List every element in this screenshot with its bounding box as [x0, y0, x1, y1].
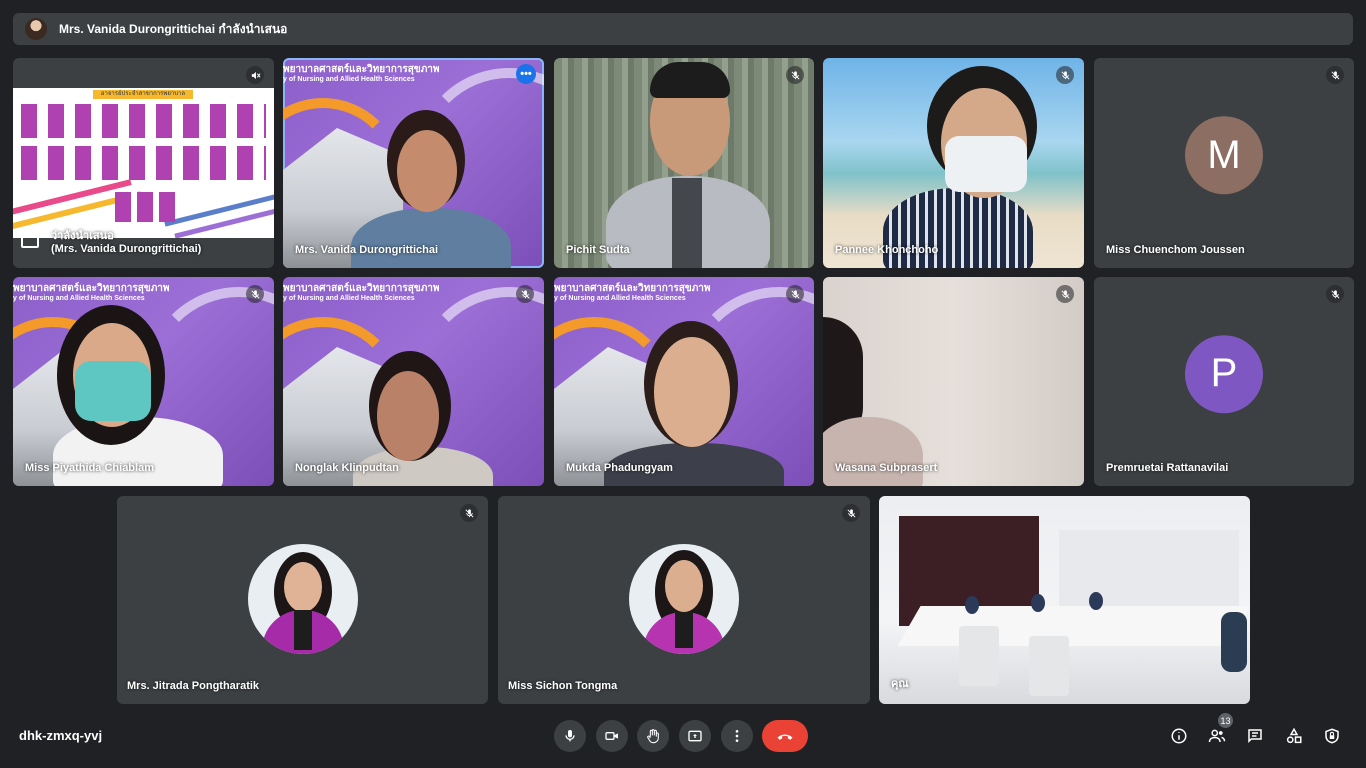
participant-name: Mrs. Jitrada Pongtharatik: [127, 680, 260, 692]
mic-off-icon: [460, 504, 478, 522]
participant-name: Miss Piyathida Chiablam: [25, 462, 154, 474]
slide-photo-grid: [21, 104, 266, 182]
participant-tile-pannee[interactable]: Pannee Khonchoho: [823, 58, 1084, 268]
raise-hand-button[interactable]: [637, 720, 669, 752]
profile-photo: [247, 544, 358, 654]
shield-lock-icon: [1325, 728, 1339, 744]
participant-tile-premruetai[interactable]: P Premruetai Rattanavilai: [1094, 277, 1354, 486]
activities-button[interactable]: [1284, 726, 1304, 746]
participant-name: Pannee Khonchoho: [835, 244, 939, 256]
control-bar: dhk-zmxq-yvj 13: [0, 713, 1366, 768]
participant-name: Premruetai Rattanavilai: [1106, 462, 1229, 474]
background-subheader: y of Nursing and Allied Health Sciences: [283, 295, 415, 302]
participant-tile-piyathida[interactable]: พยาบาลศาสตร์และวิทยาการสุขภาพ y of Nursi…: [13, 277, 274, 486]
participant-name: Wasana Subprasert: [835, 462, 938, 474]
participant-tile-nonglak[interactable]: พยาบาลศาสตร์และวิทยาการสุขภาพ y of Nursi…: [283, 277, 544, 486]
participant-name: Miss Sichon Tongma: [508, 680, 618, 692]
background-subheader: y of Nursing and Allied Health Sciences: [554, 295, 686, 302]
mic-off-icon: [1326, 66, 1344, 84]
mic-off-icon: [1326, 285, 1344, 303]
more-options-icon[interactable]: •••: [516, 64, 536, 84]
mic-off-icon: [842, 504, 860, 522]
shapes-icon: [1286, 727, 1302, 744]
meeting-code: dhk-zmxq-yvj: [19, 728, 103, 743]
participant-tile-mukda[interactable]: พยาบาลศาสตร์และวิทยาการสุขภาพ y of Nursi…: [554, 277, 814, 486]
camera-icon: [605, 732, 618, 740]
hand-icon: [647, 729, 659, 744]
participant-tile-jitrada[interactable]: Mrs. Jitrada Pongtharatik: [117, 496, 488, 704]
presentation-slide: อาจารย์ประจำสาขาการพยาบาล: [13, 88, 274, 238]
participant-tile-pichit[interactable]: Pichit Sudta: [554, 58, 814, 268]
participant-name: คุณ: [891, 678, 909, 690]
background-subheader: y of Nursing and Allied Health Sciences: [13, 295, 145, 302]
muted-speaker-icon: [246, 66, 264, 84]
participant-count-badge: 13: [1218, 713, 1233, 728]
background-header: พยาบาลศาสตร์และวิทยาการสุขภาพ: [13, 283, 170, 294]
microphone-button[interactable]: [554, 720, 586, 752]
vertical-dots-icon: [735, 730, 739, 742]
more-options-button[interactable]: [721, 720, 753, 752]
participant-tile-sichon[interactable]: Miss Sichon Tongma: [498, 496, 870, 704]
present-screen-icon: [688, 730, 702, 742]
mic-off-icon: [786, 66, 804, 84]
present-now-button[interactable]: [679, 720, 711, 752]
participant-name: Mrs. Vanida Durongrittichai: [295, 244, 439, 256]
chat-button[interactable]: [1245, 726, 1265, 746]
mic-off-icon: [246, 285, 264, 303]
participant-tile-chuenchom[interactable]: M Miss Chuenchom Joussen: [1094, 58, 1354, 268]
camera-button[interactable]: [596, 720, 628, 752]
participant-tile-room[interactable]: คุณ: [879, 496, 1250, 704]
slide-title: อาจารย์ประจำสาขาการพยาบาล: [93, 90, 193, 99]
background-subheader: y of Nursing and Allied Health Sciences: [283, 76, 415, 83]
background-header: พยาบาลศาสตร์และวิทยาการสุขภาพ: [554, 283, 711, 294]
leave-call-button[interactable]: [762, 720, 808, 752]
presenter-avatar: [25, 18, 47, 40]
participant-tile-wasana[interactable]: Wasana Subprasert: [823, 277, 1084, 486]
microphone-icon: [565, 730, 575, 742]
mic-off-icon: [1056, 285, 1074, 303]
avatar: M: [1185, 116, 1263, 195]
background-header: พยาบาลศาสตร์และวิทยาการสุขภาพ: [283, 283, 440, 294]
participants-button[interactable]: [1207, 726, 1227, 746]
participant-name: Mukda Phadungyam: [566, 462, 673, 474]
meeting-details-button[interactable]: [1169, 726, 1189, 746]
info-icon: [1171, 728, 1187, 744]
presentation-label: ว่าลังนำเสนอ (Mrs. Vanida Durongritticha…: [51, 230, 202, 255]
host-controls-button[interactable]: [1322, 726, 1342, 746]
profile-photo: [629, 544, 739, 654]
presenting-banner-text: Mrs. Vanida Durongrittichai กำลังนำเสนอ: [59, 21, 288, 36]
mic-off-icon: [1056, 66, 1074, 84]
mic-off-icon: [786, 285, 804, 303]
avatar: P: [1185, 334, 1263, 413]
mic-off-icon: [516, 285, 534, 303]
people-icon: [1208, 729, 1226, 743]
participant-name: Miss Chuenchom Joussen: [1106, 244, 1245, 256]
participant-name: Pichit Sudta: [566, 244, 630, 256]
present-icon: [21, 234, 39, 248]
presenting-banner: Mrs. Vanida Durongrittichai กำลังนำเสนอ: [13, 13, 1353, 45]
presentation-tile[interactable]: อาจารย์ประจำสาขาการพยาบาล ว่าลังนำเสนอ (…: [13, 58, 274, 268]
background-header: พยาบาลศาสตร์และวิทยาการสุขภาพ: [283, 64, 440, 75]
participant-tile-vanida[interactable]: พยาบาลศาสตร์และวิทยาการสุขภาพ y of Nursi…: [283, 58, 544, 268]
chat-icon: [1248, 729, 1262, 744]
hang-up-icon: [777, 734, 793, 740]
participant-name: Nonglak Klinpudtan: [295, 462, 399, 474]
